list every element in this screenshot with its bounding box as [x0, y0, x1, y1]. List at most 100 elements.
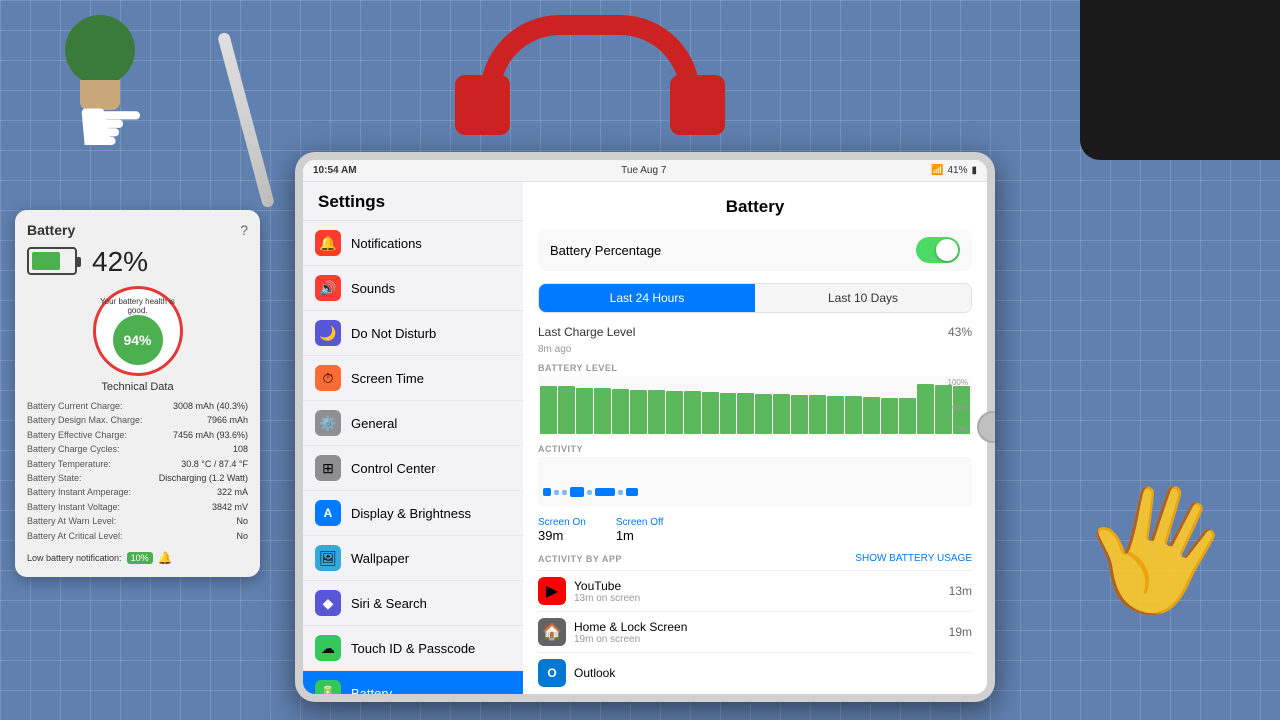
ipad-screen: 10:54 AM Tue Aug 7 📶 41% ▮ Settings 🔔 No…: [303, 160, 987, 694]
sidebar-item-siri-search[interactable]: ◆ Siri & Search: [303, 581, 523, 626]
bar-19: [863, 397, 880, 434]
low-battery-toggle-icon[interactable]: 🔔: [158, 551, 173, 565]
battery-sidebar-icon: 🔋: [315, 680, 341, 694]
outlook-info: Outlook: [574, 666, 972, 680]
siri-icon: ◆: [315, 590, 341, 616]
tab-last-24-hours[interactable]: Last 24 Hours: [539, 284, 755, 312]
sidebar-header: Settings: [303, 182, 523, 221]
bar-14: [773, 394, 790, 434]
bar-3: [576, 388, 593, 434]
screen-time-icon: ⏱: [315, 365, 341, 391]
time-tabs: Last 24 Hours Last 10 Days: [538, 283, 972, 313]
bar-7: [648, 390, 665, 434]
sidebar-item-notifications[interactable]: 🔔 Notifications: [303, 221, 523, 266]
home-lock-sub: 19m on screen: [574, 634, 941, 645]
battery-percentage-toggle[interactable]: [916, 237, 960, 263]
home-lock-time: 19m: [949, 625, 972, 639]
sidebar-label-notifications: Notifications: [351, 236, 422, 251]
screen-on-label: Screen On: [538, 517, 586, 528]
last-charge-row: Last Charge Level 43%: [538, 325, 972, 339]
sidebar-item-screen-time[interactable]: ⏱ Screen Time: [303, 356, 523, 401]
outlook-icon: O: [538, 659, 566, 687]
bar-15: [791, 395, 808, 434]
battery-icon: [27, 247, 82, 277]
display-brightness-icon: A: [315, 500, 341, 526]
bar-20: [881, 398, 898, 434]
status-time: 10:54 AM: [313, 165, 357, 176]
last-charge-time: 8m ago: [538, 344, 972, 355]
sidebar-label-wallpaper: Wallpaper: [351, 551, 409, 566]
sidebar-label-display-brightness: Display & Brightness: [351, 506, 471, 521]
screen-off-label: Screen Off: [616, 517, 664, 528]
sidebar-item-wallpaper[interactable]: 🖼 Wallpaper: [303, 536, 523, 581]
battery-widget-help[interactable]: ?: [240, 222, 248, 238]
ipad-frame: 10:54 AM Tue Aug 7 📶 41% ▮ Settings 🔔 No…: [295, 152, 995, 702]
sidebar-item-general[interactable]: ⚙️ General: [303, 401, 523, 446]
bar-13: [755, 394, 772, 434]
low-battery-label: Low battery notification:: [27, 553, 122, 563]
control-center-icon: ⊞: [315, 455, 341, 481]
battery-widget: Battery ? 42% Your battery health is goo…: [15, 210, 260, 577]
home-lock-info: Home & Lock Screen 19m on screen: [574, 620, 941, 645]
youtube-name: YouTube: [574, 579, 941, 593]
bar-2: [558, 386, 575, 434]
home-lock-icon: 🏠: [538, 618, 566, 646]
activity-label: ACTIVITY: [538, 444, 972, 454]
sidebar-item-do-not-disturb[interactable]: 🌙 Do Not Disturb: [303, 311, 523, 356]
sidebar-label-screen-time: Screen Time: [351, 371, 424, 386]
low-battery-pct: 10%: [127, 552, 153, 564]
touch-id-icon: ☁: [315, 635, 341, 661]
bar-12: [737, 393, 754, 434]
sidebar-item-control-center[interactable]: ⊞ Control Center: [303, 446, 523, 491]
app-row-home-lock[interactable]: 🏠 Home & Lock Screen 19m on screen 19m: [538, 611, 972, 652]
hand-cursor-icon: ☛: [75, 80, 147, 173]
low-battery-row: Low battery notification: 10% 🔔: [27, 551, 248, 565]
chart-label-50: 50%: [952, 404, 968, 413]
battery-percentage-label: Battery Percentage: [550, 243, 661, 258]
sidebar-item-battery[interactable]: 🔋 Battery: [303, 671, 523, 694]
desk-decorations: [0, 0, 1280, 160]
screen-off-item: Screen Off 1m: [616, 517, 664, 543]
outlook-name: Outlook: [574, 666, 972, 680]
sidebar-label-battery: Battery: [351, 686, 392, 695]
bar-17: [827, 396, 844, 434]
wallpaper-icon: 🖼: [315, 545, 341, 571]
battery-health-msg: Your battery health is good.: [98, 297, 178, 315]
act-dot-4: [570, 487, 584, 497]
act-dot-6: [595, 488, 615, 496]
app-row-youtube[interactable]: ▶ YouTube 13m on screen 13m: [538, 570, 972, 611]
panel-title: Battery: [538, 197, 972, 217]
bar-21: [899, 398, 916, 434]
general-icon: ⚙️: [315, 410, 341, 436]
show-battery-usage-btn[interactable]: SHOW BATTERY USAGE: [855, 553, 972, 564]
tab-last-10-days[interactable]: Last 10 Days: [755, 284, 971, 312]
sidebar-item-display-brightness[interactable]: A Display & Brightness: [303, 491, 523, 536]
battery-percent: 42%: [92, 246, 148, 278]
battery-health-circle: Your battery health is good. 94%: [93, 286, 183, 376]
home-lock-name: Home & Lock Screen: [574, 620, 941, 634]
sidebar-item-touch-id[interactable]: ☁ Touch ID & Passcode: [303, 626, 523, 671]
bar-16: [809, 395, 826, 434]
act-dot-3: [562, 490, 567, 495]
activity-chart: [538, 457, 972, 507]
sidebar-label-touch-id: Touch ID & Passcode: [351, 641, 475, 656]
bar-4: [594, 388, 611, 434]
sidebar-label-control-center: Control Center: [351, 461, 436, 476]
screen-times: Screen On 39m Screen Off 1m: [538, 517, 972, 543]
bar-11: [720, 393, 737, 434]
bar-22: [917, 384, 934, 434]
do-not-disturb-icon: 🌙: [315, 320, 341, 346]
chart-label-100: 100%: [948, 378, 968, 387]
last-charge-pct: 43%: [948, 325, 972, 339]
youtube-time: 13m: [949, 584, 972, 598]
bar-5: [612, 389, 629, 434]
sidebar-item-sounds[interactable]: 🔊 Sounds: [303, 266, 523, 311]
sidebar-label-dnd: Do Not Disturb: [351, 326, 436, 341]
tech-data-table: Battery Current Charge:3008 mAh (40.3%) …: [27, 399, 248, 543]
headphones-decoration: [450, 5, 730, 135]
screen-off-val: 1m: [616, 528, 664, 543]
sidebar-label-siri: Siri & Search: [351, 596, 427, 611]
sidebar-label-general: General: [351, 416, 397, 431]
last-charge-label: Last Charge Level: [538, 325, 635, 339]
app-row-outlook[interactable]: O Outlook: [538, 652, 972, 693]
